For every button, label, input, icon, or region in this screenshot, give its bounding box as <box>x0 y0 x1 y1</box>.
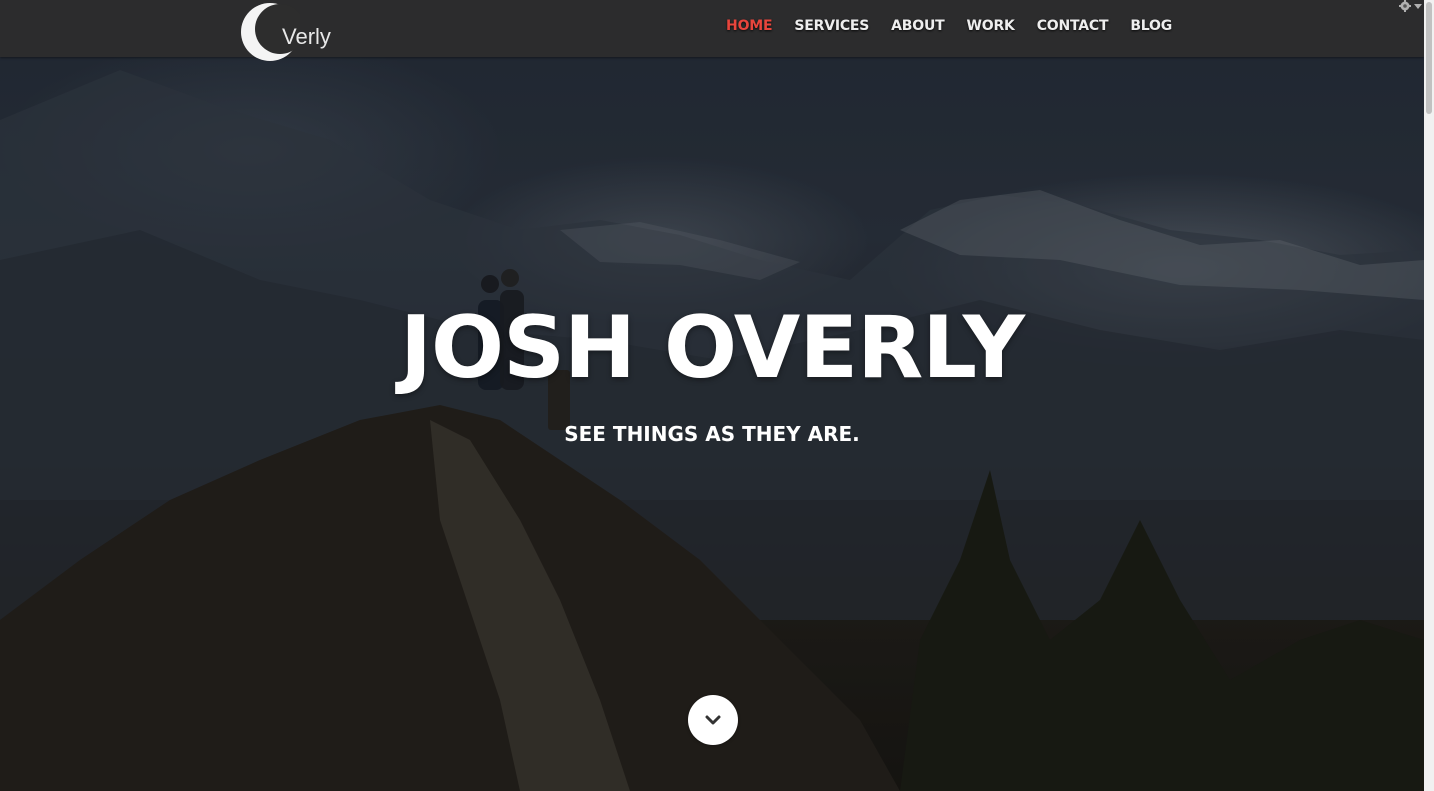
nav-contact[interactable]: CONTACT <box>1037 18 1109 34</box>
nav-blog[interactable]: BLOG <box>1130 18 1172 34</box>
nav-work[interactable]: WORK <box>967 18 1015 34</box>
settings-toggle[interactable] <box>1396 0 1424 14</box>
scrollbar-thumb[interactable] <box>1426 2 1432 114</box>
caret-down-icon <box>1414 4 1422 9</box>
vertical-scrollbar[interactable] <box>1424 0 1434 791</box>
brand-logo[interactable]: Verly <box>240 2 340 62</box>
chevron-down-icon <box>705 715 721 725</box>
page-viewport: Verly HOME SERVICES ABOUT WORK CONTACT B… <box>0 0 1434 791</box>
nav-services[interactable]: SERVICES <box>794 18 869 34</box>
gear-icon <box>1399 0 1411 12</box>
nav-home[interactable]: HOME <box>726 18 773 34</box>
top-navbar: Verly HOME SERVICES ABOUT WORK CONTACT B… <box>0 0 1424 61</box>
brand-logo-text: Verly <box>282 24 331 49</box>
hero-subtitle: SEE THINGS AS THEY ARE. <box>564 422 860 446</box>
nav-about[interactable]: ABOUT <box>891 18 945 34</box>
main-nav: HOME SERVICES ABOUT WORK CONTACT BLOG <box>704 0 1172 52</box>
hero-title: JOSH OVERLY <box>400 298 1025 398</box>
scroll-down-button[interactable] <box>688 695 738 745</box>
